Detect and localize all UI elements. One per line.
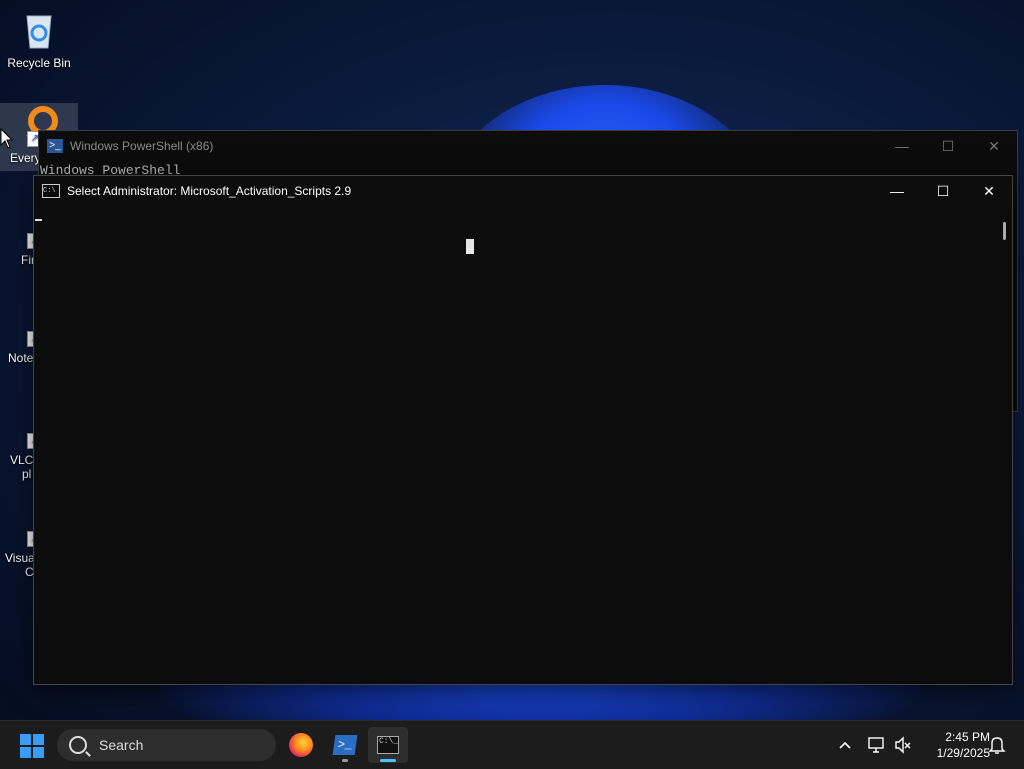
close-button[interactable]: ✕: [966, 183, 1012, 200]
active-indicator: [380, 759, 396, 762]
maximize-button[interactable]: ☐: [925, 138, 971, 155]
start-button[interactable]: [20, 734, 44, 758]
powershell-icon: >_: [332, 735, 358, 755]
minimize-button[interactable]: —: [874, 183, 920, 200]
minimize-button[interactable]: —: [879, 138, 925, 155]
notification-bell-icon[interactable]: [988, 735, 1006, 755]
search-label: Search: [99, 737, 144, 753]
console-cursor-underline: [35, 219, 42, 221]
taskbar-firefox[interactable]: [281, 727, 321, 763]
volume-muted-icon[interactable]: [893, 735, 913, 755]
powershell-titlebar[interactable]: >_ Windows PowerShell (x86) — ☐ ✕: [39, 131, 1017, 161]
mouse-cursor-icon: [0, 128, 14, 149]
recycle-bin-icon: [17, 8, 61, 52]
search-icon: [69, 736, 87, 754]
clock-date: 1/29/2025: [936, 746, 990, 760]
cmd-window-title: Select Administrator: Microsoft_Activati…: [67, 184, 352, 198]
close-button[interactable]: ✕: [971, 138, 1017, 155]
maximize-button[interactable]: ☐: [920, 183, 966, 200]
cmd-console-area[interactable]: [34, 206, 1012, 684]
firefox-icon: [289, 733, 313, 757]
taskbar: Search >_ C:\_ 2:45 PM 1/29/2025: [0, 720, 1024, 769]
network-icon[interactable]: [867, 735, 887, 755]
cmd-titlebar[interactable]: C:\ Select Administrator: Microsoft_Acti…: [34, 176, 1012, 206]
command-prompt-icon: C:\: [42, 184, 60, 198]
cmd-window[interactable]: C:\ Select Administrator: Microsoft_Acti…: [33, 175, 1013, 685]
taskbar-search-box[interactable]: Search: [57, 729, 276, 761]
desktop-icon-label: Recycle Bin: [7, 56, 71, 70]
desktop-icon-recycle-bin[interactable]: Recycle Bin: [0, 8, 78, 70]
powershell-icon: >_: [47, 139, 63, 153]
chevron-up-icon[interactable]: [838, 739, 852, 751]
command-prompt-icon: C:\_: [377, 736, 399, 754]
scrollbar-thumb[interactable]: [1003, 222, 1006, 240]
clock-time: 2:45 PM: [945, 730, 990, 744]
running-indicator: [342, 759, 348, 762]
taskbar-powershell[interactable]: >_: [325, 727, 365, 763]
text-cursor: [466, 239, 474, 254]
taskbar-command-prompt[interactable]: C:\_: [368, 727, 408, 763]
powershell-window-title: Windows PowerShell (x86): [70, 139, 214, 153]
system-clock[interactable]: 2:45 PM 1/29/2025: [918, 729, 990, 761]
